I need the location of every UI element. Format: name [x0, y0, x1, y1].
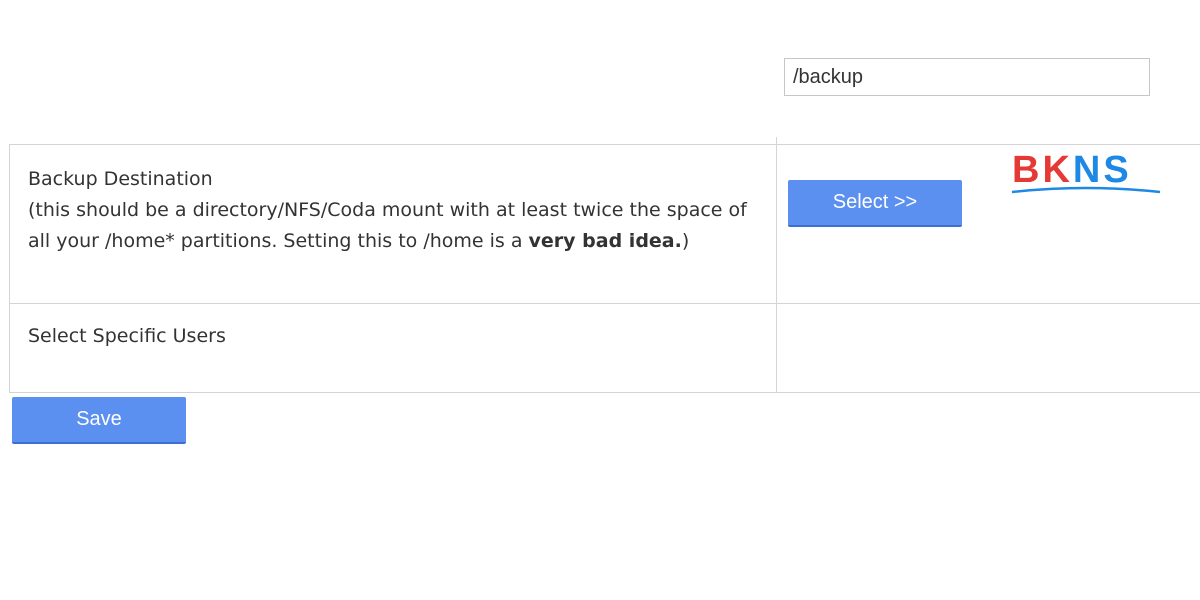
- column-divider: [776, 137, 777, 393]
- description-end: ): [681, 230, 690, 252]
- select-users-button[interactable]: Select >>: [788, 180, 962, 227]
- logo-swoosh-icon: [1011, 186, 1161, 194]
- backup-destination-title: Backup Destination: [28, 168, 213, 190]
- description-warning: very bad idea.: [528, 230, 682, 252]
- page: Backup Destination (this should be a dir…: [0, 0, 1200, 600]
- logo-text-blue: NS: [1072, 149, 1132, 191]
- backup-destination-description: (this should be a directory/NFS/Coda mou…: [28, 195, 758, 257]
- logo-text-red: BK: [1012, 149, 1073, 191]
- backup-destination-label: Backup Destination (this should be a dir…: [28, 164, 758, 257]
- backup-destination-input[interactable]: [784, 58, 1150, 96]
- save-button[interactable]: Save: [12, 397, 186, 444]
- bkns-logo: BKNS: [1012, 149, 1132, 191]
- select-users-label: Select Specific Users: [28, 325, 226, 347]
- row-divider: [10, 303, 1200, 304]
